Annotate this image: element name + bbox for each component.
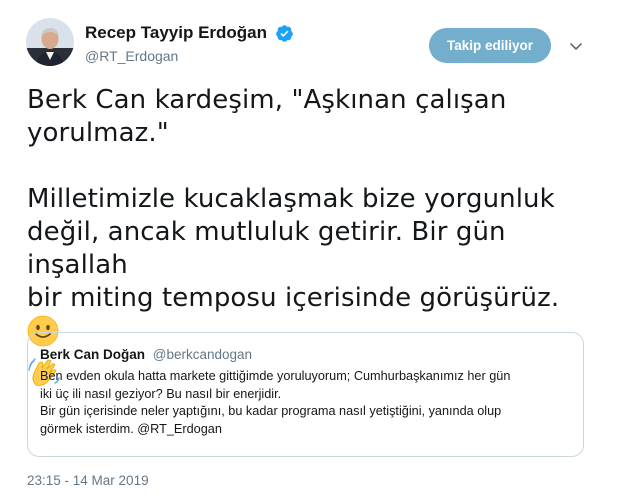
following-button[interactable]: Takip ediliyor xyxy=(429,28,551,63)
tweet-line: Milletimizle kucaklaşmak bize yorgunluk xyxy=(27,184,555,214)
author-avatar[interactable] xyxy=(26,18,74,66)
author-name[interactable]: Recep Tayyip Erdoğan xyxy=(85,23,267,43)
tweet-card: Recep Tayyip Erdoğan @RT_Erdogan Takip e… xyxy=(0,0,618,501)
quoted-tweet-text: Ben evden okula hatta markete gittiğimde… xyxy=(40,368,575,438)
tweet-line: değil, ancak mutluluk getirir. Bir gün i… xyxy=(27,217,506,280)
tweet-paragraph-1: Berk Can kardeşim, "Aşkınan çalışan yorul… xyxy=(27,84,597,150)
tweet-timestamp[interactable]: 23:15 - 14 Mar 2019 xyxy=(27,473,149,489)
tweet-line: bir miting temposu içerisinde görüşürüz. xyxy=(27,283,560,313)
verified-badge-icon xyxy=(276,25,293,42)
quoted-tweet-line: görmek isterdim. @RT_Erdogan xyxy=(40,421,222,436)
quoted-tweet-line: Ben evden okula hatta markete gittiğimde… xyxy=(40,369,511,383)
quoted-tweet-line: Bir gün içerisinde neler yaptığını, bu k… xyxy=(40,404,502,418)
quoted-tweet-line: iki üç ili nasıl geziyor? Bu nasıl bir e… xyxy=(40,386,282,401)
quoted-author-name: Berk Can Doğan xyxy=(40,347,146,362)
tweet-line: Berk Can kardeşim, "Aşkınan çalışan xyxy=(27,85,507,115)
quoted-tweet-header: Berk Can Doğan @berkcandogan xyxy=(40,346,252,363)
quoted-author-handle: @berkcandogan xyxy=(152,347,253,362)
profile-photo-icon xyxy=(26,18,74,66)
author-handle[interactable]: @RT_Erdogan xyxy=(85,47,178,65)
chevron-down-icon[interactable] xyxy=(566,36,586,56)
quoted-tweet[interactable]: Berk Can Doğan @berkcandogan Ben evden o… xyxy=(27,332,584,457)
tweet-line: yorulmaz." xyxy=(27,118,169,148)
tweet-paragraph-2: Milletimizle kucaklaşmak bize yorgunluk d… xyxy=(27,183,597,356)
